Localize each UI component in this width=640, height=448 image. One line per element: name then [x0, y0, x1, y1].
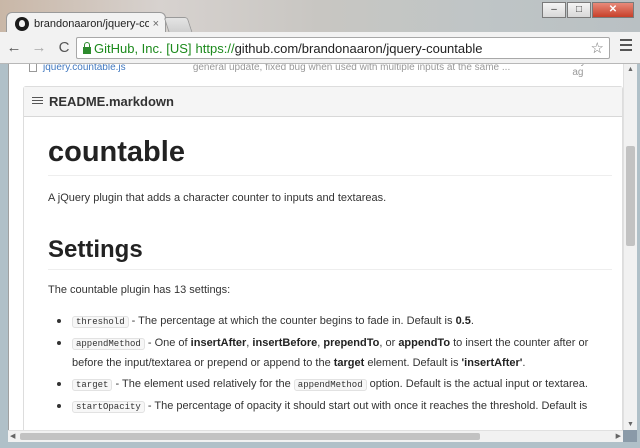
- setting-bold: 'insertAfter': [461, 357, 523, 369]
- setting-text: - The percentage at which the counter be…: [128, 315, 456, 327]
- new-tab-button[interactable]: [163, 17, 193, 32]
- setting-text: .: [470, 315, 474, 327]
- setting-code: startOpacity: [72, 401, 145, 413]
- book-icon: [32, 97, 43, 106]
- readme-box: README.markdown countable A jQuery plugi…: [23, 86, 623, 430]
- scroll-left-icon[interactable]: ◀: [10, 431, 15, 442]
- browser-tab[interactable]: brandonaaron/jquery-cou ×: [6, 12, 166, 34]
- list-item: startOpacity - The percentage of opacity…: [48, 397, 612, 417]
- setting-code: target: [72, 379, 113, 391]
- lock-icon: [83, 41, 91, 54]
- setting-bold: prependTo: [323, 337, 380, 349]
- file-name-link[interactable]: jquery.countable.js: [43, 64, 193, 73]
- scroll-up-icon[interactable]: ▲: [627, 66, 634, 73]
- setting-text: - One of: [144, 337, 191, 349]
- ev-certificate-badge[interactable]: GitHub, Inc. [US]: [94, 41, 192, 56]
- tab-title: brandonaaron/jquery-cou: [34, 17, 149, 30]
- settings-intro: The countable plugin has 13 settings:: [48, 284, 231, 296]
- readme-intro: A jQuery plugin that adds a character co…: [48, 192, 387, 204]
- vertical-scrollbar[interactable]: ▲ ▼: [623, 64, 637, 430]
- list-item: appendMethod - One of insertAfter, inser…: [48, 334, 612, 373]
- file-icon: [29, 64, 37, 72]
- readme-header: README.markdown: [24, 87, 622, 117]
- address-bar[interactable]: GitHub, Inc. [US] https:// github.com/br…: [76, 37, 610, 59]
- github-icon: [15, 16, 29, 31]
- window-border-bottom: [0, 442, 640, 448]
- url-text: github.com/brandonaaron/jquery-countable: [234, 40, 483, 56]
- window-controls: – □ ✕: [542, 2, 634, 18]
- back-button[interactable]: ←: [3, 37, 25, 59]
- setting-bold: appendTo: [398, 337, 451, 349]
- maximize-button[interactable]: □: [567, 2, 591, 18]
- readme-filename: README.markdown: [49, 94, 174, 109]
- browser-toolbar: ← → C GitHub, Inc. [US] https:// github.…: [0, 32, 640, 64]
- setting-text: .: [522, 357, 526, 369]
- commit-age: 5 years ag: [572, 64, 605, 78]
- bookmark-star-icon[interactable]: ☆: [591, 39, 604, 57]
- settings-heading: Settings: [48, 236, 612, 270]
- setting-text: , or: [379, 337, 399, 349]
- setting-bold: insertBefore: [252, 337, 318, 349]
- window-border-left: [0, 64, 8, 442]
- file-list-row[interactable]: jquery.countable.js general update, fixe…: [29, 64, 619, 78]
- setting-text: element. Default is: [364, 357, 462, 369]
- settings-list: threshold - The percentage at which the …: [48, 312, 612, 417]
- setting-bold: insertAfter: [190, 337, 247, 349]
- scroll-down-icon[interactable]: ▼: [627, 421, 634, 428]
- list-item: threshold - The percentage at which the …: [48, 312, 612, 332]
- setting-bold: target: [333, 357, 365, 369]
- chrome-menu-icon[interactable]: [620, 39, 632, 54]
- readme-body: countable A jQuery plugin that adds a ch…: [24, 136, 622, 417]
- readme-title: countable: [48, 136, 612, 176]
- close-window-button[interactable]: ✕: [592, 2, 634, 18]
- setting-text: - The percentage of opacity it should st…: [144, 400, 588, 412]
- horizontal-scroll-thumb[interactable]: [20, 433, 480, 440]
- setting-bold: 0.5: [455, 315, 471, 327]
- list-item: target - The element used relatively for…: [48, 375, 612, 395]
- commit-message-link[interactable]: general update, fixed bug when used with…: [193, 64, 573, 73]
- setting-text: - The element used relatively for the: [112, 378, 294, 390]
- horizontal-scrollbar[interactable]: ◀ ▶: [8, 430, 623, 442]
- vertical-scroll-thumb[interactable]: [626, 146, 635, 246]
- setting-code: threshold: [72, 316, 129, 328]
- scroll-right-icon[interactable]: ▶: [616, 431, 621, 442]
- setting-text: option. Default is the actual input or t…: [366, 378, 588, 390]
- minimize-button[interactable]: –: [542, 2, 566, 18]
- url-scheme: https://: [195, 40, 235, 56]
- window-titlebar: brandonaaron/jquery-cou × – □ ✕: [0, 0, 640, 34]
- page-viewport: jquery.countable.js general update, fixe…: [8, 64, 623, 430]
- setting-code: appendMethod: [293, 379, 367, 391]
- setting-code: appendMethod: [72, 338, 145, 350]
- reload-button[interactable]: C: [53, 37, 75, 59]
- tab-close-icon[interactable]: ×: [153, 18, 159, 30]
- forward-button[interactable]: →: [28, 37, 50, 59]
